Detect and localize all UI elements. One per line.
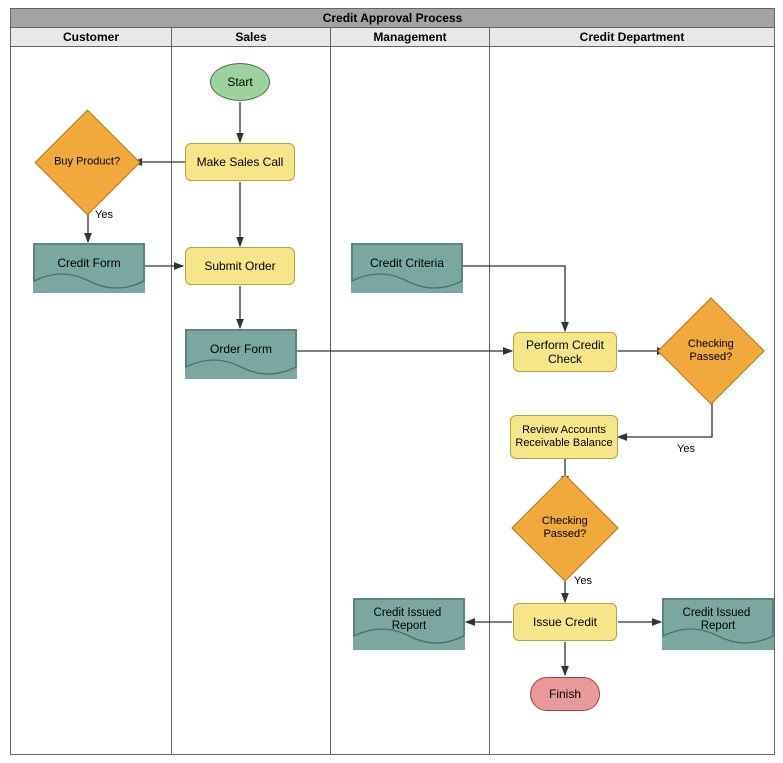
review-ar-label: Review Accounts Receivable Balance: [511, 424, 617, 450]
perform-credit-check-label: Perform Credit Check: [514, 338, 616, 367]
edge-label-yes-2: Yes: [675, 443, 697, 455]
credit-issued-right-l2: Report: [701, 620, 736, 632]
lane-header-management: Management: [330, 27, 490, 47]
submit-order-box: Submit Order: [185, 247, 295, 285]
edge-label-yes-3: Yes: [572, 575, 594, 587]
edge-label-yes-1: Yes: [93, 209, 115, 221]
credit-form-doc: Credit Form: [33, 243, 145, 293]
lane-header-credit: Credit Department: [489, 27, 775, 47]
credit-issued-right-l1: Credit Issued: [683, 607, 751, 619]
lane-header-customer: Customer: [10, 27, 172, 47]
review-ar-box: Review Accounts Receivable Balance: [510, 415, 618, 459]
credit-criteria-label: Credit Criteria: [370, 256, 444, 270]
perform-credit-check-box: Perform Credit Check: [513, 332, 617, 372]
issue-credit-box: Issue Credit: [513, 603, 617, 641]
credit-form-label: Credit Form: [57, 256, 120, 270]
checking-passed-2-label: Checking Passed?: [528, 515, 602, 541]
start-label: Start: [227, 75, 252, 89]
credit-issued-report-left-doc: Credit Issued Report: [353, 598, 465, 650]
lane-header-sales: Sales: [171, 27, 331, 47]
start-terminator: Start: [210, 63, 270, 101]
finish-terminator: Finish: [530, 677, 600, 711]
order-form-doc: Order Form: [185, 329, 297, 379]
credit-issued-left-l1: Credit Issued: [374, 607, 442, 619]
submit-order-label: Submit Order: [204, 259, 275, 273]
order-form-label: Order Form: [210, 342, 272, 356]
make-sales-call-box: Make Sales Call: [185, 143, 295, 181]
diagram-title: Credit Approval Process: [10, 8, 775, 28]
make-sales-call-label: Make Sales Call: [197, 155, 284, 169]
swimlane-diagram: Credit Approval Process Customer Sales M…: [5, 5, 778, 758]
credit-issued-report-right-doc: Credit Issued Report: [662, 598, 774, 650]
credit-criteria-doc: Credit Criteria: [351, 243, 463, 293]
checking-passed-1-label: Checking Passed?: [674, 338, 748, 364]
buy-product-label: Buy Product?: [54, 156, 120, 169]
finish-label: Finish: [549, 687, 581, 701]
credit-issued-left-l2: Report: [392, 620, 427, 632]
issue-credit-label: Issue Credit: [533, 615, 597, 629]
